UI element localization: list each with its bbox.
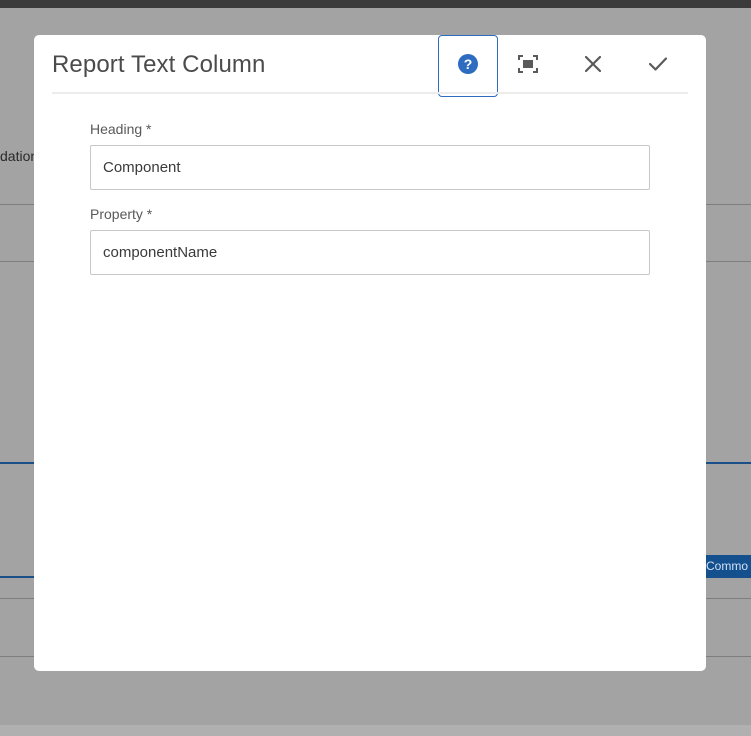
- background-bottom-strip: [0, 725, 751, 736]
- fullscreen-icon: [518, 54, 538, 78]
- close-button[interactable]: [563, 35, 623, 97]
- dialog-header-divider: [52, 92, 688, 94]
- dialog-title: Report Text Column: [52, 51, 266, 78]
- report-text-column-dialog: Report Text Column ? Heading * Component…: [34, 35, 706, 671]
- help-circle-icon: ?: [458, 53, 478, 79]
- property-input[interactable]: [90, 230, 650, 275]
- heading-label: Heading *: [90, 121, 152, 137]
- fullscreen-button[interactable]: [498, 35, 558, 97]
- checkmark-icon: [648, 56, 668, 76]
- done-button[interactable]: [628, 35, 688, 97]
- svg-text:?: ?: [464, 56, 473, 72]
- background-tag: Commo: [706, 555, 751, 577]
- close-icon: [584, 55, 602, 77]
- background-partial-text: dation: [0, 148, 39, 164]
- help-button[interactable]: ?: [438, 35, 498, 97]
- background-top-bar: [0, 0, 751, 8]
- heading-input[interactable]: [90, 145, 650, 190]
- property-label: Property *: [90, 206, 153, 222]
